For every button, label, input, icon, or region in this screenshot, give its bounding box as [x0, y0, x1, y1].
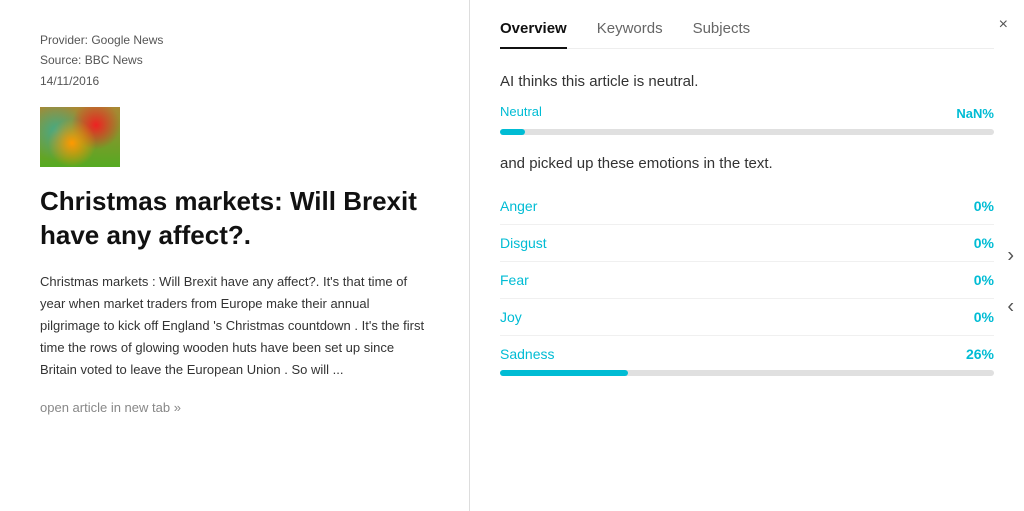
close-button[interactable]: × — [999, 16, 1008, 34]
emotion-label-fear: Fear — [500, 272, 529, 288]
emotion-row-anger: Anger 0% — [500, 188, 994, 225]
emotion-row-fear: Fear 0% — [500, 262, 994, 299]
prev-arrow[interactable]: ‹ — [1007, 295, 1014, 318]
article-panel: Provider: Google News Source: BBC News 1… — [0, 0, 470, 511]
emotion-row-sadness: Sadness 26% — [500, 336, 994, 386]
source-label: Source: BBC News — [40, 50, 429, 70]
sentiment-heading: AI thinks this article is neutral. — [500, 73, 994, 90]
neutral-label: Neutral — [500, 104, 542, 119]
open-article-link[interactable]: open article in new tab » — [40, 400, 181, 415]
next-arrow[interactable]: › — [1007, 244, 1014, 267]
emotion-value-fear: 0% — [974, 272, 994, 288]
emotion-value-disgust: 0% — [974, 235, 994, 251]
neutral-progress-fill — [500, 129, 525, 135]
tab-keywords[interactable]: Keywords — [597, 20, 663, 49]
date-label: 14/11/2016 — [40, 71, 429, 91]
sadness-progress-fill — [500, 370, 628, 376]
tab-subjects[interactable]: Subjects — [693, 20, 751, 49]
emotion-value-sadness: 26% — [966, 346, 994, 362]
emotion-label-sadness: Sadness — [500, 346, 554, 362]
emotion-value-anger: 0% — [974, 198, 994, 214]
emotions-heading: and picked up these emotions in the text… — [500, 155, 994, 172]
emotion-label-joy: Joy — [500, 309, 522, 325]
article-title: Christmas markets: Will Brexit have any … — [40, 185, 429, 253]
sadness-progress-track — [500, 370, 994, 376]
emotion-value-joy: 0% — [974, 309, 994, 325]
tab-overview[interactable]: Overview — [500, 20, 567, 49]
emotion-label-disgust: Disgust — [500, 235, 547, 251]
article-body: Christmas markets : Will Brexit have any… — [40, 271, 429, 381]
emotion-row-disgust: Disgust 0% — [500, 225, 994, 262]
article-thumbnail — [40, 107, 120, 167]
emotion-row-joy: Joy 0% — [500, 299, 994, 336]
meta-info: Provider: Google News Source: BBC News 1… — [40, 30, 429, 91]
provider-label: Provider: Google News — [40, 30, 429, 50]
analysis-panel: × Overview Keywords Subjects AI thinks t… — [470, 0, 1024, 511]
neutral-value: NaN% — [956, 106, 994, 121]
emotion-label-anger: Anger — [500, 198, 537, 214]
thumbnail-image — [40, 107, 120, 167]
tab-bar: Overview Keywords Subjects — [500, 20, 994, 49]
neutral-progress-track — [500, 129, 994, 135]
